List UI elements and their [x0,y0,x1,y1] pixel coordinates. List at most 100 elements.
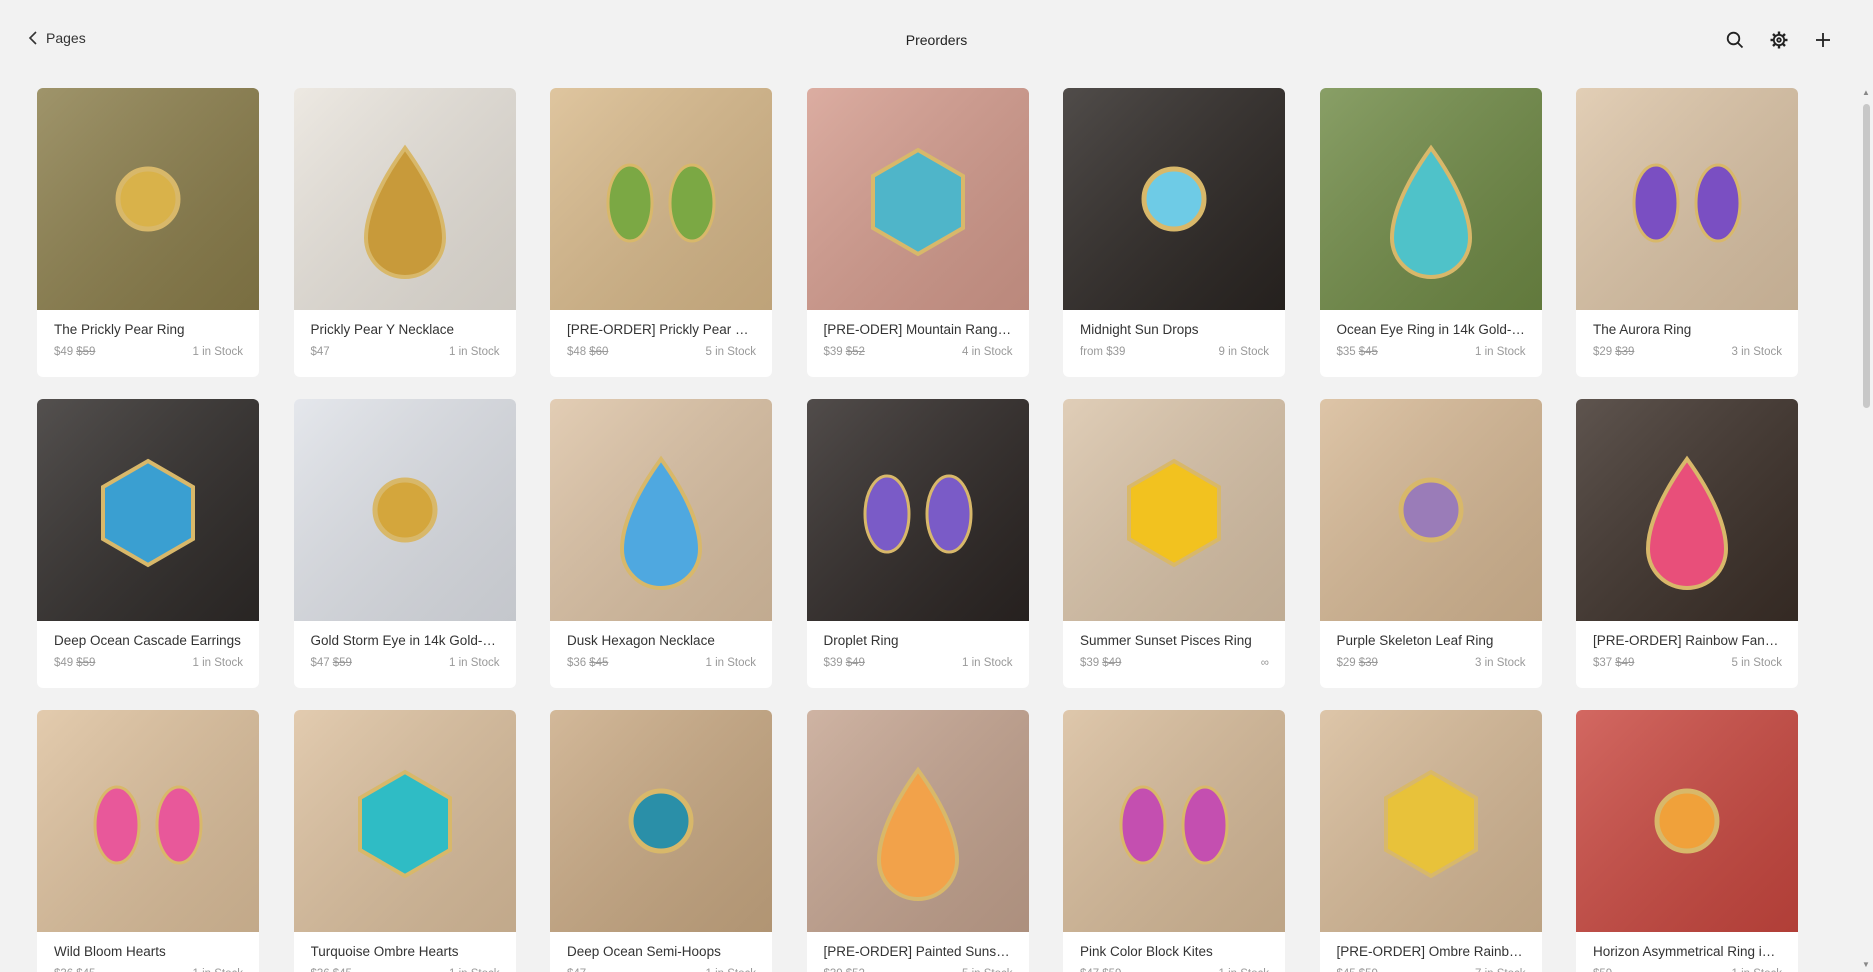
product-card[interactable]: Purple Skeleton Leaf Ring $29 $39 3 in Stoc… [1319,399,1542,688]
product-image [1576,399,1798,621]
product-image [1319,88,1542,310]
product-card[interactable]: The Prickly Pear Ring $49 $59 1 in Stock [37,88,259,377]
current-price: $37 [1593,657,1613,669]
original-price: $45 [333,968,352,972]
product-info: Deep Ocean Cascade Earrings $49 $59 1 in St… [37,621,259,669]
original-price: $59 [76,346,96,358]
product-image [293,399,516,621]
product-name: [PRE-ORDER] Ombre Rainbow Marquise Earri… [1336,944,1526,959]
product-price: $48 $60 [567,346,608,358]
product-meta: $29 $39 3 in Stock [1593,346,1782,358]
current-price: $45 [1337,968,1356,972]
product-price: $47$59 [311,657,352,669]
product-grid: The Prickly Pear Ring $49 $59 1 in Stock Pri… [37,88,1798,972]
product-card[interactable]: [PRE-ODER] Mountain Range Necklace $39$52… [806,88,1029,377]
product-card[interactable]: Deep Ocean Semi-Hoops $47 1 in Stock [550,710,772,972]
original-price: $49 [845,657,865,669]
product-card[interactable]: The Aurora Ring $29 $39 3 in Stock [1576,88,1798,377]
product-name: Summer Sunset Pisces Ring [1080,633,1252,648]
original-price: $39 [1615,346,1635,358]
product-meta: $29 $39 3 in Stock [1337,657,1526,669]
product-meta: $36$45 1 in Stock [54,968,243,972]
product-card[interactable]: Prickly Pear Y Necklace $47 1 in Stock [293,88,516,377]
search-icon[interactable] [1725,30,1745,50]
product-meta: $39$52 5 in Stock [824,968,1013,972]
product-name: [PRE-ORDER] Painted Sunset Necklace [823,944,1013,959]
product-info: Summer Sunset Pisces Ring $39 $49 ∞ [1063,621,1285,669]
product-image [1319,399,1542,621]
product-info: [PRE-ORDER] Prickly Pear Earrings $48$60 5… [550,310,772,358]
product-card[interactable]: [PRE-ORDER] Ombre Rainbow Marquise Earri… [1319,710,1542,972]
current-price: $47 [310,346,330,358]
product-card[interactable]: Ocean Eye Ring in 14k Gold-Fill $35 $45 1 i… [1319,88,1542,377]
product-price: $29 $39 [1337,657,1378,669]
current-price: $36 [311,968,330,972]
product-name: [PRE-ODER] Mountain Range Necklace [823,322,1013,337]
product-price: $39 $49 [1080,657,1121,669]
product-meta: $37 $49 5 in Stock [1593,657,1782,669]
product-price: $49 $59 [54,657,95,669]
product-name: Midnight Sun Drops [1080,322,1199,337]
product-meta: $39 $49 1 in Stock [824,657,1013,669]
product-price: $39$52 [824,968,865,972]
product-card[interactable]: Dusk Hexagon Necklace $36 $45 1 in Stock [550,399,772,688]
product-info: [PRE-ODER] Mountain Range Necklace $39$52… [807,310,1029,358]
current-price: $39 [1080,657,1100,669]
product-meta: $47 1 in Stock [311,346,500,358]
product-image [37,710,259,932]
product-meta: $47 1 in Stock [567,968,756,972]
product-name: Gold Storm Eye in 14k Gold-Fill [310,633,500,648]
original-price: $52 [845,346,865,358]
product-price: $36$45 [54,968,95,972]
product-card[interactable]: [PRE-ORDER] Prickly Pear Earrings $48$60 5… [550,88,772,377]
product-card[interactable]: Pink Color Block Kites $47$59 1 in Stock [1063,710,1285,972]
header-actions [1725,30,1833,50]
product-card[interactable]: Deep Ocean Cascade Earrings $49 $59 1 in St… [37,399,259,688]
gear-icon[interactable] [1769,30,1789,50]
product-card[interactable]: [PRE-ORDER] Rainbow Fan Earrings $37$49 5 … [1576,399,1798,688]
product-card[interactable]: Gold Storm Eye in 14k Gold-Fill $47 $59 1 i… [293,399,516,688]
scrollbar[interactable]: ▲ ▼ [1859,84,1873,972]
scroll-up-arrow-icon[interactable]: ▲ [1862,89,1870,97]
current-price: $49 [54,657,74,669]
product-info: Turquoise Ombre Hearts $36$45 1 in Stock [294,932,516,972]
current-price: $47 [1080,968,1099,972]
product-price: $29 $39 [1593,346,1634,358]
plus-icon[interactable] [1813,30,1833,50]
product-card[interactable]: Turquoise Ombre Hearts $36$45 1 in Stock [293,710,516,972]
product-card[interactable]: Droplet Ring $39 $49 1 in Stock [806,399,1029,688]
product-meta: $45$59 7 in Stock [1337,968,1526,972]
current-price: $47 [567,968,586,972]
current-price: $39 [824,968,843,972]
product-info: The Aurora Ring $29 $39 3 in Stock [1576,310,1798,358]
product-price: $39$52 [824,346,865,358]
original-price: $59 [76,657,96,669]
original-price: $59 [1359,968,1378,972]
original-price: $49 [1102,657,1122,669]
stock-count: ∞ [1260,657,1269,669]
product-card[interactable]: Horizon Asymmetrical Ring in 14k Gold-Fi… [1576,710,1798,972]
product-card[interactable]: [PRE-ORDER] Painted Sunset Necklace $39$5… [806,710,1029,972]
product-price: $59 [1593,968,1612,972]
current-price: $39 [823,657,843,669]
product-image [1576,88,1798,310]
scroll-down-arrow-icon[interactable]: ▼ [1862,961,1870,969]
stock-count: 5 in Stock [962,968,1013,972]
current-price: $29 [1593,346,1613,358]
product-meta: $48 $60 5 in Stock [567,346,756,358]
stock-count: 3 in Stock [1475,657,1526,669]
product-image [806,88,1029,310]
product-card[interactable]: Summer Sunset Pisces Ring $39 $49 ∞ [1063,399,1285,688]
product-price: $45$59 [1337,968,1378,972]
stock-count: 1 in Stock [192,346,244,358]
stock-count: 1 in Stock [449,346,500,358]
product-card[interactable]: Midnight Sun Drops from $39 9 in Stock [1063,88,1285,377]
stock-count: 9 in Stock [1218,346,1270,358]
product-image [1063,710,1285,932]
original-price: $52 [846,968,865,972]
scrollbar-thumb[interactable] [1863,104,1870,408]
original-price: $59 [1102,968,1121,972]
product-name: Horizon Asymmetrical Ring in 14k Gold-Fi… [1593,944,1782,959]
product-name: The Prickly Pear Ring [54,322,185,337]
product-card[interactable]: Wild Bloom Hearts $36$45 1 in Stock [37,710,259,972]
